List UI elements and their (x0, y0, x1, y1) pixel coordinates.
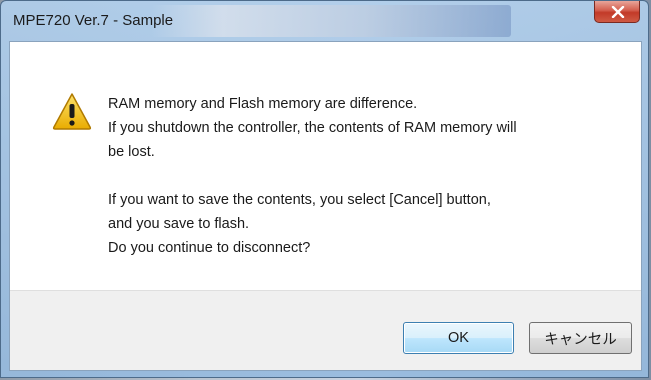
dialog-message: RAM memory and Flash memory are differen… (108, 92, 618, 260)
button-bar: OK キャンセル (10, 290, 641, 370)
warning-icon (52, 93, 92, 130)
message-line: and you save to flash. (108, 216, 250, 232)
dialog-window: MPE720 Ver.7 - Sample RAM memory and Fla… (0, 0, 649, 378)
ok-button[interactable]: OK (403, 322, 514, 354)
close-icon (611, 6, 625, 18)
title-bar-background (151, 5, 511, 37)
title-bar[interactable]: MPE720 Ver.7 - Sample (1, 1, 648, 41)
cancel-button[interactable]: キャンセル (529, 322, 632, 354)
message-line: Do you continue to disconnect? (108, 240, 311, 256)
message-line: RAM memory and Flash memory are differen… (108, 96, 418, 112)
message-line: be lost. (108, 144, 155, 160)
message-line: If you shutdown the controller, the cont… (108, 120, 517, 136)
dialog-client-area: RAM memory and Flash memory are differen… (9, 41, 642, 371)
close-button[interactable] (594, 1, 640, 23)
window-title: MPE720 Ver.7 - Sample (13, 12, 174, 29)
message-line: If you want to save the contents, you se… (108, 192, 491, 208)
message-area: RAM memory and Flash memory are differen… (10, 42, 641, 290)
